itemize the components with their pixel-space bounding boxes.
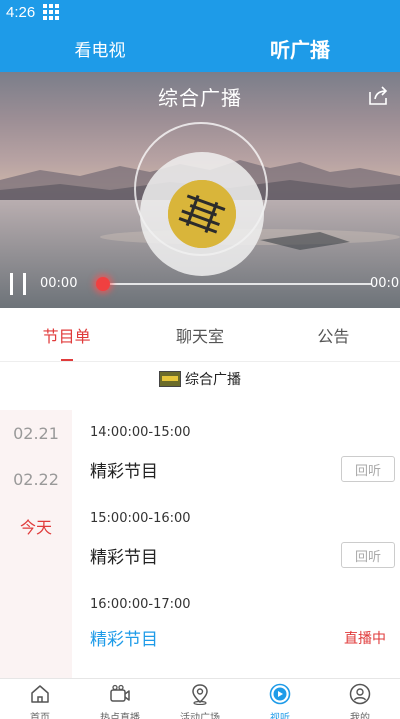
program-item-live: 16:00:00-17:00 精彩节目 直播中 (90, 597, 400, 667)
nav-label: 热点直播 (100, 713, 140, 719)
nav-label: 视听 (270, 713, 290, 719)
nav-label: 首页 (30, 713, 50, 719)
date-item-today[interactable]: 今天 (0, 514, 72, 538)
progress-track[interactable] (100, 283, 372, 285)
tab-announcement[interactable]: 公告 (267, 308, 400, 361)
replay-button[interactable]: 回听 (341, 456, 395, 482)
program-time: 14:00:00-15:00 (90, 425, 191, 440)
replay-button[interactable]: 回听 (341, 542, 395, 568)
nav-label: 活动广场 (180, 713, 220, 719)
station-name: 综合广播 (185, 372, 241, 388)
bottom-nav: 首页 热点直播 活动广场 视听 我的 (0, 678, 400, 719)
date-item[interactable]: 02.21 (0, 424, 72, 443)
share-icon[interactable] (366, 84, 390, 108)
program-item: 14:00:00-15:00 精彩节目 回听 (90, 425, 400, 495)
nav-media[interactable]: 视听 (240, 679, 320, 719)
camera-icon (110, 684, 130, 702)
status-bar: 4:26 (0, 0, 400, 24)
station-row: 综合广播 (0, 366, 400, 392)
play-circle-icon (269, 683, 291, 705)
station-thumbnail-icon (159, 371, 181, 387)
player-title: 综合广播 (158, 86, 242, 110)
progress-knob[interactable] (96, 277, 110, 291)
nav-events[interactable]: 活动广场 (160, 679, 240, 719)
program-time: 15:00:00-16:00 (90, 511, 191, 526)
tab-chatroom[interactable]: 聊天室 (133, 308, 266, 361)
nav-label: 我的 (350, 713, 370, 719)
status-time: 4:26 (6, 3, 36, 21)
program-name: 精彩节目 (90, 462, 158, 482)
nav-profile[interactable]: 我的 (320, 679, 400, 719)
date-item[interactable]: 02.22 (0, 470, 72, 489)
home-icon (31, 685, 49, 703)
radio-player: 综合广播 00:00 00:00 (0, 72, 400, 308)
date-column: 02.21 02.22 今天 (0, 410, 72, 678)
tab-tv[interactable]: 看电视 (0, 24, 200, 72)
top-header: 看电视 听广播 (0, 24, 400, 72)
tab-radio[interactable]: 听广播 (200, 24, 400, 72)
grid-icon (43, 4, 60, 20)
program-name: 精彩节目 (90, 548, 158, 568)
nav-home[interactable]: 首页 (0, 679, 80, 719)
location-pin-icon (192, 684, 208, 705)
total-time: 00:00 (370, 276, 400, 291)
pause-button[interactable] (10, 273, 26, 295)
tab-schedule[interactable]: 节目单 (0, 308, 133, 361)
current-time: 00:00 (40, 276, 78, 291)
program-item: 15:00:00-16:00 精彩节目 回听 (90, 511, 400, 581)
program-name[interactable]: 精彩节目 (90, 625, 158, 650)
user-icon (349, 683, 371, 705)
live-badge: 直播中 (344, 631, 386, 647)
sub-tabs: 节目单 聊天室 公告 (0, 308, 400, 362)
nav-live[interactable]: 热点直播 (80, 679, 160, 719)
station-logo-icon (168, 180, 236, 248)
program-time: 16:00:00-17:00 (90, 597, 191, 612)
